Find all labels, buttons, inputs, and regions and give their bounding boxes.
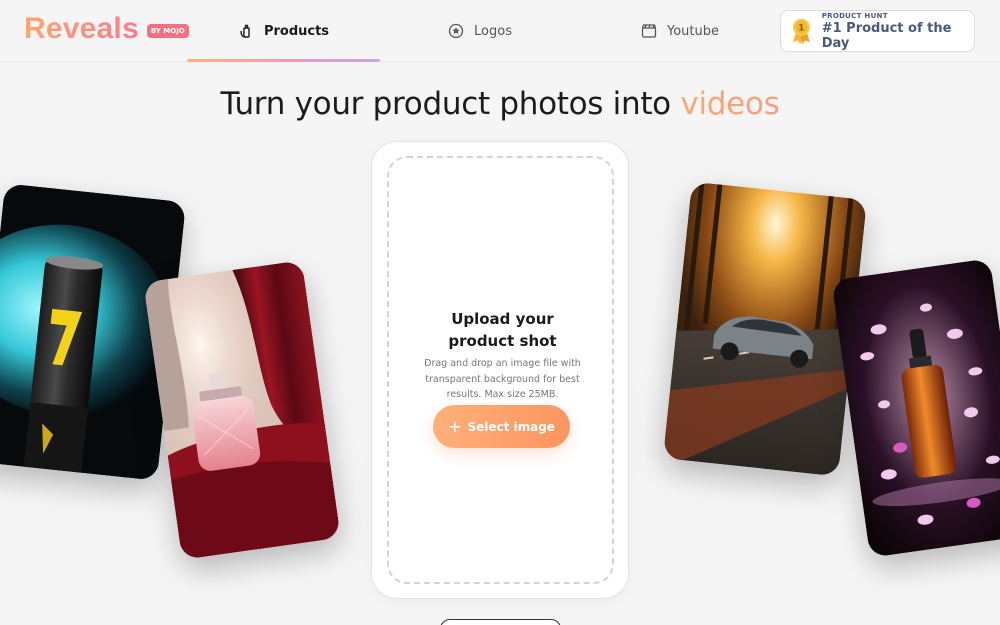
brand-badge: BY MOJO — [146, 24, 189, 38]
clapperboard-icon — [641, 23, 657, 39]
top-navbar: Reveals BY MOJO Products Logos Youtube 1… — [0, 0, 1000, 62]
image-dropzone[interactable]: Upload your product shot Drag and drop a… — [387, 156, 614, 584]
headline-accent: videos — [680, 86, 780, 122]
upload-card: Upload your product shot Drag and drop a… — [371, 141, 629, 599]
sample-perfume[interactable] — [143, 260, 341, 560]
select-image-button[interactable]: + Select image — [433, 405, 570, 448]
product-hunt-title: #1 Product of the Day — [821, 20, 952, 51]
page-headline: Turn your product photos into videos — [0, 86, 1000, 122]
sample-serum-flowers[interactable] — [831, 258, 1000, 558]
bottle-hand-icon — [238, 23, 254, 39]
plus-icon: + — [448, 417, 462, 436]
tab-products-label: Products — [263, 23, 330, 39]
tab-products[interactable]: Products — [187, 0, 380, 62]
upload-title: Upload your product shot — [448, 310, 557, 350]
sample-car-road[interactable] — [662, 181, 868, 477]
upload-description: Drag and drop an image file with transpa… — [424, 358, 581, 400]
svg-text:1: 1 — [798, 23, 804, 33]
tab-youtube[interactable]: Youtube — [580, 0, 780, 62]
tab-logos-label: Logos — [474, 23, 512, 39]
headline-main: Turn your product photos into — [220, 86, 681, 122]
bottom-action-pill[interactable] — [440, 619, 561, 625]
select-image-label: Select image — [467, 419, 555, 434]
product-hunt-label: PRODUCT HUNT — [821, 11, 888, 20]
product-hunt-badge[interactable]: 1 PRODUCT HUNT #1 Product of the Day — [780, 10, 975, 52]
star-circle-icon — [448, 23, 464, 39]
brand-name: Reveals — [24, 12, 139, 45]
brand-logo[interactable]: Reveals BY MOJO — [24, 12, 189, 46]
tab-youtube-label: Youtube — [667, 23, 719, 39]
medal-icon: 1 — [792, 18, 810, 45]
tab-logos[interactable]: Logos — [380, 0, 580, 62]
